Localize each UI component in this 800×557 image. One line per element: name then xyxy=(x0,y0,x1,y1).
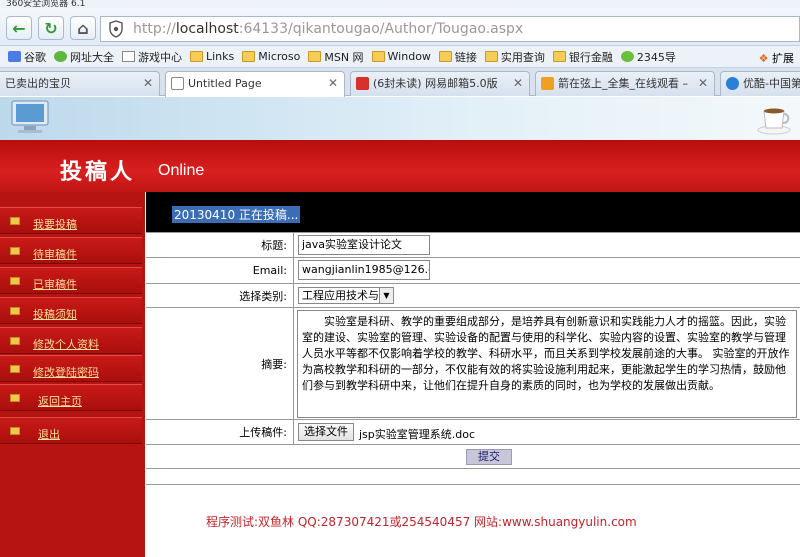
url-text: http://localhost:64133/qikantougao/Autho… xyxy=(133,21,524,37)
extensions-icon: ❖ xyxy=(758,52,769,65)
tab-bar: 已卖出的宝贝 ✕ Untitled Page ✕ (6封未读) 网易邮箱5.0版 ✕ … xyxy=(0,68,800,97)
folder-icon xyxy=(371,51,385,62)
home-button[interactable]: ⌂ xyxy=(70,16,96,40)
favorite-bank[interactable]: 银行金融 xyxy=(552,49,613,65)
main-content: 20130410 正在投稿... 标题: java实验室设计论文 Email: … xyxy=(146,192,800,557)
sidebar-item-home[interactable]: 返回主页 xyxy=(0,384,142,411)
title-label: 标题: xyxy=(146,233,294,257)
favorite-utility[interactable]: 实用查询 xyxy=(484,49,545,65)
globe-icon xyxy=(620,51,634,62)
folder-icon xyxy=(10,277,20,285)
folder-icon xyxy=(10,365,20,373)
favorite-google[interactable]: 谷歌 xyxy=(8,49,46,65)
close-icon[interactable]: ✕ xyxy=(698,72,708,95)
favorite-games[interactable]: 游戏中心 xyxy=(122,49,182,65)
favorite-windows[interactable]: Window xyxy=(371,50,431,63)
abstract-label: 摘要: xyxy=(146,308,294,419)
tab-youku[interactable]: 优酷-中国第一 xyxy=(720,71,800,96)
page-banner xyxy=(0,97,800,140)
refresh-icon: ↻ xyxy=(44,18,58,38)
email-input[interactable]: wangjianlin1985@126.com xyxy=(298,260,430,280)
favorite-links[interactable]: Links xyxy=(190,50,234,63)
address-bar[interactable]: http://localhost:64133/qikantougao/Autho… xyxy=(100,16,800,42)
footer-credits: 程序测试:双鱼林 QQ:287307421或254540457 网站:www.s… xyxy=(206,515,637,529)
sidebar-item-guidelines[interactable]: 投稿须知 xyxy=(0,297,142,324)
navigation-bar: ← ↻ ⌂ http://localhost:64133/qikantougao… xyxy=(0,8,800,46)
tab-sold-items[interactable]: 已卖出的宝贝 ✕ xyxy=(0,71,160,96)
sidebar-item-reviewed[interactable]: 已审稿件 xyxy=(0,267,142,294)
folder-icon xyxy=(552,51,566,62)
sidebar-item-password[interactable]: 修改登陆密码 xyxy=(0,355,142,382)
computer-icon xyxy=(11,100,49,133)
category-select[interactable]: 工程应用技术与 ▼ xyxy=(298,287,394,304)
sidebar-item-profile[interactable]: 修改个人资料 xyxy=(0,327,142,354)
folder-icon xyxy=(10,427,20,435)
site-logo: 投稿人 xyxy=(60,159,136,185)
window-title: 360安全浏览器 6.1 xyxy=(0,0,800,8)
google-icon xyxy=(8,51,21,62)
folder-icon xyxy=(10,307,20,315)
folder-icon xyxy=(10,247,20,255)
sidebar-item-logout[interactable]: 退出 xyxy=(0,417,142,444)
sidebar: 我要投稿 待审稿件 已审稿件 投稿须知 修改个人资料 修改登陆密码 返回主页 退… xyxy=(0,192,145,557)
close-icon[interactable]: ✕ xyxy=(328,72,338,95)
favorite-2345[interactable]: 2345导 xyxy=(620,49,676,65)
folder-icon xyxy=(438,51,452,62)
folder-icon xyxy=(484,51,498,62)
close-icon[interactable]: ✕ xyxy=(513,72,523,95)
sidebar-item-submit[interactable]: 我要投稿 xyxy=(0,207,142,234)
coffee-cup-icon xyxy=(757,108,791,135)
tab-untitled-page[interactable]: Untitled Page ✕ xyxy=(165,71,345,97)
chevron-down-icon[interactable]: ▼ xyxy=(379,288,393,303)
category-label: 选择类别: xyxy=(146,284,294,307)
abstract-textarea[interactable]: 实验室是科研、教学的重要组成部分，是培养具有创新意识和实践能力人才的摇篮。因此，… xyxy=(297,310,797,418)
site-header: 投稿人 Online xyxy=(0,140,800,192)
submit-row: 提交 xyxy=(146,445,800,469)
shield-icon xyxy=(105,18,127,40)
folder-icon xyxy=(10,394,20,402)
extensions-button[interactable]: ❖ 扩展 xyxy=(759,50,794,66)
mail-icon xyxy=(356,77,369,90)
spacer-row xyxy=(146,469,800,485)
tab-video[interactable]: 箭在弦上_全集_在线观看 – ✕ xyxy=(535,71,715,96)
upload-label: 上传稿件: xyxy=(146,420,294,444)
page-icon xyxy=(171,77,184,90)
arrow-left-icon: ← xyxy=(12,18,26,38)
favorite-microsoft[interactable]: Microso xyxy=(242,50,300,63)
folder-icon xyxy=(10,337,20,345)
upload-filename: jsp实验室管理系统.doc xyxy=(359,428,476,441)
favorite-links-cn[interactable]: 链接 xyxy=(438,49,477,65)
title-row: 标题: java实验室设计论文 xyxy=(146,232,800,258)
favorite-site-nav[interactable]: 网址大全 xyxy=(54,49,114,65)
favorites-bar: 谷歌 网址大全 游戏中心 Links Microso MSN 网 Window … xyxy=(0,46,800,68)
folder-icon xyxy=(10,217,20,225)
page-icon xyxy=(122,51,135,62)
video-icon xyxy=(541,77,554,90)
tab-netease-mail[interactable]: (6封未读) 网易邮箱5.0版 ✕ xyxy=(350,71,530,96)
play-icon xyxy=(726,77,739,90)
status-text: 20130410 正在投稿... xyxy=(172,206,301,223)
folder-icon xyxy=(308,51,322,62)
status-bar: 20130410 正在投稿... xyxy=(146,192,800,232)
abstract-row: 摘要: 实验室是科研、教学的重要组成部分，是培养具有创新意识和实践能力人才的摇篮… xyxy=(146,308,800,420)
back-button[interactable]: ← xyxy=(6,16,32,40)
category-row: 选择类别: 工程应用技术与 ▼ xyxy=(146,284,800,308)
upload-row: 上传稿件: 选择文件 jsp实验室管理系统.doc xyxy=(146,420,800,445)
email-row: Email: wangjianlin1985@126.com xyxy=(146,258,800,284)
submit-button[interactable]: 提交 xyxy=(466,449,512,465)
site-logo-sub: Online xyxy=(158,162,205,179)
choose-file-button[interactable]: 选择文件 xyxy=(298,423,354,441)
favorite-msn[interactable]: MSN 网 xyxy=(308,49,364,65)
sidebar-item-pending[interactable]: 待审稿件 xyxy=(0,237,142,264)
close-icon[interactable]: ✕ xyxy=(143,72,153,95)
refresh-button[interactable]: ↻ xyxy=(38,16,64,40)
folder-icon xyxy=(190,51,203,62)
email-label: Email: xyxy=(146,258,294,283)
folder-icon xyxy=(242,51,256,62)
title-input[interactable]: java实验室设计论文 xyxy=(298,235,430,255)
globe-icon xyxy=(54,51,67,62)
home-icon: ⌂ xyxy=(77,18,89,38)
